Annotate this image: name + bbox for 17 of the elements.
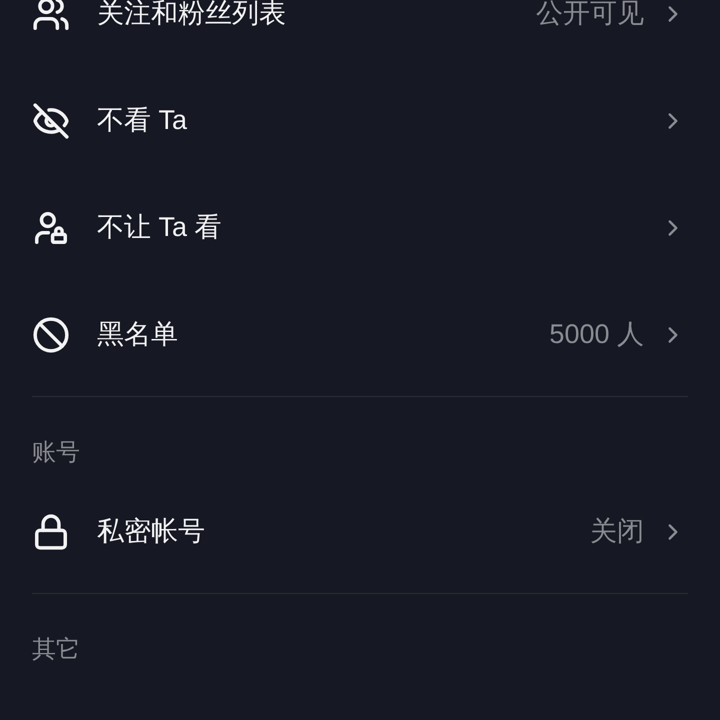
row-label: 私密帐号 — [97, 515, 205, 548]
people-icon — [32, 0, 70, 32]
row-value: 关闭 — [590, 515, 644, 548]
eye-off-icon — [32, 102, 70, 140]
row-value: 5000 人 — [549, 318, 644, 352]
settings-row[interactable]: 不让 Ta 看 — [32, 174, 688, 281]
row-label: 不让 Ta 看 — [97, 211, 222, 244]
section-header: 其它 — [32, 636, 80, 663]
row-value: 公开可见 — [536, 0, 644, 30]
section-header: 账号 — [32, 439, 80, 466]
block-icon — [32, 316, 70, 354]
settings-row[interactable]: 私密帐号 关闭 — [32, 478, 688, 585]
settings-row[interactable]: 黑名单 5000 人 — [32, 281, 688, 388]
row-label: 黑名单 — [97, 318, 178, 352]
lock-icon — [32, 512, 70, 550]
settings-row[interactable]: 不看 Ta — [32, 67, 688, 174]
row-label: 不看 Ta — [97, 104, 188, 138]
